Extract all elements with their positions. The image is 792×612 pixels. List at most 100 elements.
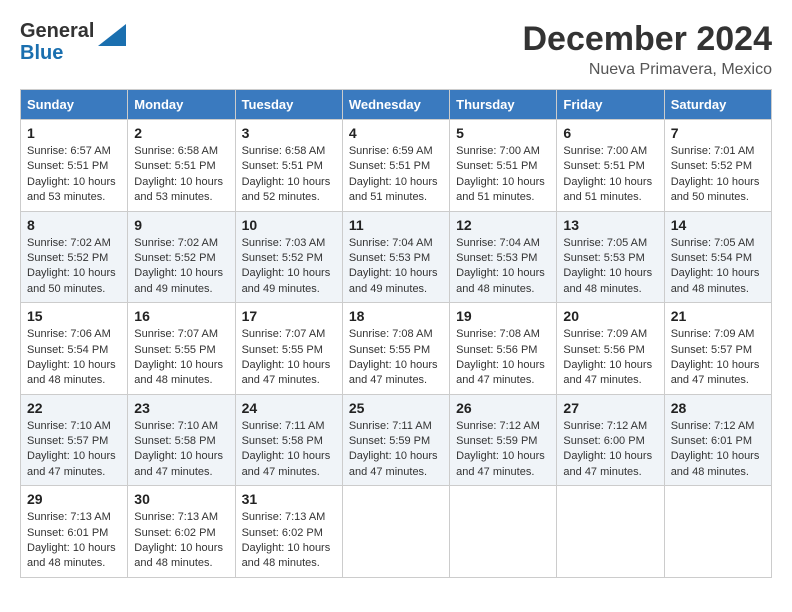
logo-blue: Blue [20, 42, 94, 64]
day-info: Sunrise: 7:13 AMSunset: 6:01 PMDaylight:… [27, 510, 121, 572]
calendar-cell: 5 Sunrise: 7:00 AMSunset: 5:51 PMDaylight… [450, 120, 557, 212]
day-number: 7 [671, 125, 765, 141]
day-number: 2 [134, 125, 228, 141]
calendar-cell: 17 Sunrise: 7:07 AMSunset: 5:55 PMDayligh… [235, 303, 342, 395]
day-number: 5 [456, 125, 550, 141]
calendar-cell: 25 Sunrise: 7:11 AMSunset: 5:59 PMDayligh… [342, 394, 449, 486]
day-number: 17 [242, 308, 336, 324]
day-header-thursday: Thursday [450, 90, 557, 120]
day-number: 6 [563, 125, 657, 141]
day-number: 21 [671, 308, 765, 324]
day-info: Sunrise: 7:10 AMSunset: 5:58 PMDaylight:… [134, 419, 228, 481]
calendar-cell: 21 Sunrise: 7:09 AMSunset: 5:57 PMDayligh… [664, 303, 771, 395]
calendar-cell: 3Sunrise: 6:58 AMSunset: 5:51 PMDaylight… [235, 120, 342, 212]
calendar-cell [557, 486, 664, 578]
day-info: Sunrise: 7:12 AMSunset: 6:00 PMDaylight:… [563, 419, 657, 481]
day-info: Sunrise: 7:09 AMSunset: 5:56 PMDaylight:… [563, 327, 657, 389]
calendar-cell: 27Sunrise: 7:12 AMSunset: 6:00 PMDayligh… [557, 394, 664, 486]
day-number: 31 [242, 491, 336, 507]
calendar-cell: 24Sunrise: 7:11 AMSunset: 5:58 PMDayligh… [235, 394, 342, 486]
day-info: Sunrise: 6:59 AMSunset: 5:51 PMDaylight:… [349, 144, 443, 206]
day-number: 14 [671, 217, 765, 233]
day-info: Sunrise: 7:07 AMSunset: 5:55 PMDaylight:… [134, 327, 228, 389]
day-info: Sunrise: 7:12 AMSunset: 5:59 PMDaylight:… [456, 419, 550, 481]
calendar-cell: 29 Sunrise: 7:13 AMSunset: 6:01 PMDayligh… [21, 486, 128, 578]
calendar-cell: 14 Sunrise: 7:05 AMSunset: 5:54 PMDayligh… [664, 211, 771, 303]
day-number: 23 [134, 400, 228, 416]
logo-general: General [20, 20, 94, 42]
title-section: December 2024 Nueva Primavera, Mexico [522, 20, 772, 79]
day-number: 19 [456, 308, 550, 324]
day-number: 24 [242, 400, 336, 416]
day-number: 3 [242, 125, 336, 141]
day-info: Sunrise: 7:06 AMSunset: 5:54 PMDaylight:… [27, 327, 121, 389]
calendar-cell: 8Sunrise: 7:02 AMSunset: 5:52 PMDaylight… [21, 211, 128, 303]
day-info: Sunrise: 7:05 AMSunset: 5:54 PMDaylight:… [671, 236, 765, 298]
day-info: Sunrise: 7:08 AMSunset: 5:56 PMDaylight:… [456, 327, 550, 389]
day-number: 15 [27, 308, 121, 324]
calendar-cell: 15 Sunrise: 7:06 AMSunset: 5:54 PMDayligh… [21, 303, 128, 395]
location-title: Nueva Primavera, Mexico [522, 61, 772, 79]
day-number: 22 [27, 400, 121, 416]
day-info: Sunrise: 7:13 AMSunset: 6:02 PMDaylight:… [134, 510, 228, 572]
calendar-cell: 16 Sunrise: 7:07 AMSunset: 5:55 PMDayligh… [128, 303, 235, 395]
day-number: 4 [349, 125, 443, 141]
day-number: 25 [349, 400, 443, 416]
day-number: 9 [134, 217, 228, 233]
calendar-header-row: SundayMondayTuesdayWednesdayThursdayFrid… [21, 90, 772, 120]
calendar-cell: 13Sunrise: 7:05 AMSunset: 5:53 PMDayligh… [557, 211, 664, 303]
day-header-sunday: Sunday [21, 90, 128, 120]
day-number: 30 [134, 491, 228, 507]
calendar-cell [664, 486, 771, 578]
day-info: Sunrise: 7:02 AMSunset: 5:52 PMDaylight:… [134, 236, 228, 298]
day-info: Sunrise: 7:10 AMSunset: 5:57 PMDaylight:… [27, 419, 121, 481]
day-number: 11 [349, 217, 443, 233]
calendar-cell: 31 Sunrise: 7:13 AMSunset: 6:02 PMDayligh… [235, 486, 342, 578]
calendar-cell [342, 486, 449, 578]
calendar-cell: 12 Sunrise: 7:04 AMSunset: 5:53 PMDayligh… [450, 211, 557, 303]
day-number: 29 [27, 491, 121, 507]
day-number: 12 [456, 217, 550, 233]
calendar-week-row: 15 Sunrise: 7:06 AMSunset: 5:54 PMDayligh… [21, 303, 772, 395]
day-number: 26 [456, 400, 550, 416]
day-number: 28 [671, 400, 765, 416]
day-info: Sunrise: 7:04 AMSunset: 5:53 PMDaylight:… [349, 236, 443, 298]
day-info: Sunrise: 7:01 AMSunset: 5:52 PMDaylight:… [671, 144, 765, 206]
day-header-wednesday: Wednesday [342, 90, 449, 120]
calendar-cell: 22 Sunrise: 7:10 AMSunset: 5:57 PMDayligh… [21, 394, 128, 486]
day-info: Sunrise: 7:13 AMSunset: 6:02 PMDaylight:… [242, 510, 336, 572]
day-info: Sunrise: 7:00 AMSunset: 5:51 PMDaylight:… [456, 144, 550, 206]
logo: General Blue [20, 20, 126, 64]
calendar-cell: 2 Sunrise: 6:58 AMSunset: 5:51 PMDaylight… [128, 120, 235, 212]
day-number: 13 [563, 217, 657, 233]
calendar-cell: 19 Sunrise: 7:08 AMSunset: 5:56 PMDayligh… [450, 303, 557, 395]
calendar-cell: 11 Sunrise: 7:04 AMSunset: 5:53 PMDayligh… [342, 211, 449, 303]
day-header-monday: Monday [128, 90, 235, 120]
day-info: Sunrise: 7:09 AMSunset: 5:57 PMDaylight:… [671, 327, 765, 389]
calendar-cell: 1Sunrise: 6:57 AMSunset: 5:51 PMDaylight… [21, 120, 128, 212]
logo-icon [98, 24, 126, 46]
calendar-week-row: 1Sunrise: 6:57 AMSunset: 5:51 PMDaylight… [21, 120, 772, 212]
calendar-cell: 10Sunrise: 7:03 AMSunset: 5:52 PMDayligh… [235, 211, 342, 303]
calendar-cell: 4 Sunrise: 6:59 AMSunset: 5:51 PMDaylight… [342, 120, 449, 212]
day-info: Sunrise: 6:58 AMSunset: 5:51 PMDaylight:… [134, 144, 228, 206]
calendar-cell: 26 Sunrise: 7:12 AMSunset: 5:59 PMDayligh… [450, 394, 557, 486]
day-header-friday: Friday [557, 90, 664, 120]
day-info: Sunrise: 7:11 AMSunset: 5:59 PMDaylight:… [349, 419, 443, 481]
calendar-week-row: 29 Sunrise: 7:13 AMSunset: 6:01 PMDayligh… [21, 486, 772, 578]
calendar-week-row: 22 Sunrise: 7:10 AMSunset: 5:57 PMDayligh… [21, 394, 772, 486]
calendar-cell: 9 Sunrise: 7:02 AMSunset: 5:52 PMDaylight… [128, 211, 235, 303]
day-number: 20 [563, 308, 657, 324]
calendar-cell: 20 Sunrise: 7:09 AMSunset: 5:56 PMDayligh… [557, 303, 664, 395]
day-info: Sunrise: 7:12 AMSunset: 6:01 PMDaylight:… [671, 419, 765, 481]
day-header-saturday: Saturday [664, 90, 771, 120]
day-number: 10 [242, 217, 336, 233]
calendar-week-row: 8Sunrise: 7:02 AMSunset: 5:52 PMDaylight… [21, 211, 772, 303]
calendar-cell: 6Sunrise: 7:00 AMSunset: 5:51 PMDaylight… [557, 120, 664, 212]
calendar-cell: 30 Sunrise: 7:13 AMSunset: 6:02 PMDayligh… [128, 486, 235, 578]
day-number: 18 [349, 308, 443, 324]
day-info: Sunrise: 7:07 AMSunset: 5:55 PMDaylight:… [242, 327, 336, 389]
day-info: Sunrise: 7:04 AMSunset: 5:53 PMDaylight:… [456, 236, 550, 298]
day-number: 16 [134, 308, 228, 324]
day-header-tuesday: Tuesday [235, 90, 342, 120]
